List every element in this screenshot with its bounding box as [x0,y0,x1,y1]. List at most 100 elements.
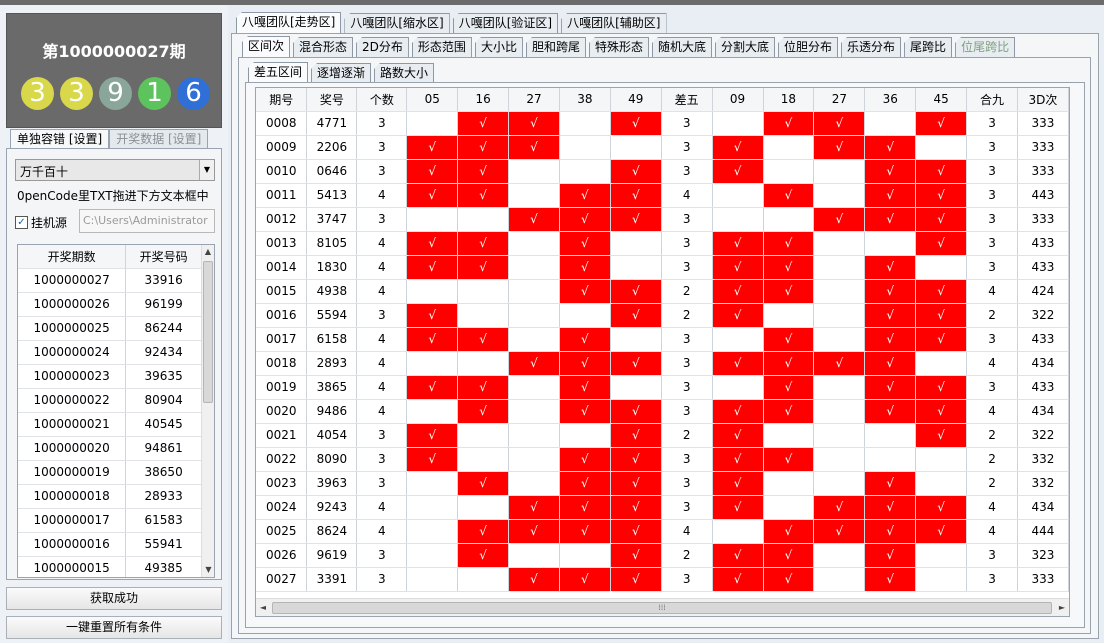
table-row[interactable]: 0021 4054 3 √ √ 2 √ √ 2 322 [256,423,1069,448]
empty-cell [406,111,459,136]
grid-column-header[interactable]: 差五 [661,88,713,112]
table-row[interactable]: 0011 5413 4 √ √ √ √ 4 √ √ √ 3 443 [256,183,1069,208]
scroll-up-icon[interactable]: ▲ [202,245,214,259]
grid-column-header[interactable]: 27 [508,88,560,112]
list-item[interactable]: 1000000021 40545 [18,412,202,437]
cell-sum-nine: 4 [966,495,1018,520]
tab-route-size[interactable]: 路数大小 [374,63,435,83]
hit-mark: √ [610,399,662,424]
tab-analysis-4[interactable]: 大小比 [474,37,523,57]
table-row[interactable]: 0023 3963 3 √ √ √ 3 √ √ 2 332 [256,471,1069,496]
cell-diff-five: 4 [661,519,713,544]
list-item[interactable]: 1000000023 39635 [18,364,202,389]
tab-analysis-7[interactable]: 随机大底 [651,37,712,57]
grid-column-header[interactable]: 09 [712,88,764,112]
tab-draw-data[interactable]: 开奖数据 [设置] [109,129,209,149]
list-item[interactable]: 1000000017 61583 [18,508,202,533]
list-scrollbar[interactable]: ▲ ▼ [201,245,214,577]
tab-assist-area[interactable]: 八嘎团队[辅助区] [561,13,667,33]
table-row[interactable]: 0016 5594 3 √ √ 2 √ √ √ 2 322 [256,303,1069,328]
tab-analysis-9[interactable]: 位胆分布 [778,37,839,57]
list-item[interactable]: 1000000015 49385 [18,556,202,577]
scroll-down-icon[interactable]: ▼ [202,563,214,577]
cell-issue: 0023 [256,471,308,496]
cell-count: 4 [356,375,408,400]
draw-balls: 33916 [21,77,210,110]
fetch-status-button[interactable]: 获取成功 [6,587,222,610]
source-path-field[interactable]: C:\Users\Administrator [79,209,215,233]
hang-source-checkbox[interactable]: ✓ [15,215,28,229]
list-item[interactable]: 1000000026 96199 [18,292,202,317]
tab-diff-five-range[interactable]: 差五区间 [248,62,309,83]
scroll-left-icon[interactable]: ◄ [256,599,270,616]
grid-column-header[interactable]: 27 [813,88,866,112]
table-row[interactable]: 0018 2893 4 √ √ √ 3 √ √ √ √ 4 434 [256,351,1069,376]
grid-hscrollbar[interactable]: ◄ ⁞⁞⁞ ► [256,598,1069,616]
grid-column-header[interactable]: 个数 [356,88,408,112]
tab-analysis-3[interactable]: 形态范围 [411,37,472,57]
tab-analysis-2[interactable]: 2D分布 [356,37,409,57]
tab-analysis-12[interactable]: 位尾跨比 [955,37,1016,57]
column-header-period[interactable]: 开奖期数 [18,245,127,269]
grid-column-header[interactable]: 36 [864,88,917,112]
drop-hint: 0penCode里TXT拖进下方文本框中 [17,189,209,203]
table-row[interactable]: 0020 9486 4 √ √ √ 3 √ √ √ √ 4 434 [256,399,1069,424]
table-row[interactable]: 0012 3747 3 √ √ √ 3 √ √ √ 3 333 [256,207,1069,232]
position-select[interactable]: 万千百十 ▼ [15,159,215,181]
list-item[interactable]: 1000000025 86244 [18,316,202,341]
tab-shrink-area[interactable]: 八嘎团队[缩水区] [344,13,450,33]
list-item[interactable]: 1000000020 94861 [18,436,202,461]
hscroll-thumb[interactable]: ⁞⁞⁞ [272,602,1052,614]
table-row[interactable]: 0009 2206 3 √ √ √ 3 √ √ √ 3 333 [256,135,1069,160]
table-row[interactable]: 0027 3391 3 √ √ √ 3 √ √ √ 3 333 [256,567,1069,592]
grid-column-header[interactable]: 45 [915,88,968,112]
list-item[interactable]: 1000000022 80904 [18,388,202,413]
table-row[interactable]: 0025 8624 4 √ √ √ √ 4 √ √ √ √ 4 444 [256,519,1069,544]
list-item[interactable]: 1000000019 38650 [18,460,202,485]
tab-analysis-6[interactable]: 特殊形态 [588,37,649,57]
grid-column-header[interactable]: 16 [457,88,510,112]
list-item[interactable]: 1000000018 28933 [18,484,202,509]
grid-column-header[interactable]: 18 [763,88,815,112]
grid-column-header[interactable]: 3D次 [1017,88,1069,112]
tab-analysis-5[interactable]: 胆和跨尾 [525,37,586,57]
grid-column-header[interactable]: 期号 [256,88,308,112]
table-row[interactable]: 0008 4771 3 √ √ √ 3 √ √ √ 3 333 [256,111,1069,136]
table-row[interactable]: 0024 9243 4 √ √ √ 3 √ √ √ √ 4 434 [256,495,1069,520]
column-header-number[interactable]: 开奖号码 [125,245,202,269]
tab-analysis-8[interactable]: 分割大底 [715,37,776,57]
list-item[interactable]: 1000000024 92434 [18,340,202,365]
tab-step-increase[interactable]: 逐增逐渐 [311,63,372,83]
scroll-thumb[interactable] [203,261,213,403]
list-item[interactable]: 1000000027 33916 [18,268,202,293]
grid-column-header[interactable]: 合九 [966,88,1018,112]
grid-column-header[interactable]: 38 [559,88,611,112]
table-row[interactable]: 0017 6158 4 √ √ √ 3 √ √ √ 3 433 [256,327,1069,352]
grid-column-header[interactable]: 奖号 [306,88,358,112]
tab-single-tolerance[interactable]: 单独容错 [设置] [10,129,110,149]
table-row[interactable]: 0015 4938 4 √ √ 2 √ √ √ √ 4 424 [256,279,1069,304]
reset-all-button[interactable]: 一键重置所有条件 [6,616,222,639]
hit-mark: √ [763,399,815,424]
grid-column-header[interactable]: 05 [406,88,459,112]
tab-analysis-0[interactable]: 区间次 [242,36,291,57]
table-row[interactable]: 0013 8105 4 √ √ √ 3 √ √ √ 3 433 [256,231,1069,256]
cell-diff-five: 3 [661,135,713,160]
tab-analysis-11[interactable]: 尾跨比 [904,37,953,57]
tab-verify-area[interactable]: 八嘎团队[验证区] [452,13,559,33]
scroll-right-icon[interactable]: ► [1055,599,1069,616]
tab-analysis-1[interactable]: 混合形态 [293,37,354,57]
empty-cell [406,279,459,304]
tab-trend-area[interactable]: 八嘎团队[走势区] [236,12,342,33]
tab-analysis-10[interactable]: 乐透分布 [841,37,902,57]
table-row[interactable]: 0010 0646 3 √ √ √ 3 √ √ √ 3 333 [256,159,1069,184]
table-row[interactable]: 0019 3865 4 √ √ √ 3 √ √ √ 3 433 [256,375,1069,400]
table-row[interactable]: 0022 8090 3 √ √ √ 3 √ √ 2 332 [256,447,1069,472]
table-row[interactable]: 0026 9619 3 √ √ 2 √ √ √ 3 323 [256,543,1069,568]
list-item[interactable]: 1000000016 55941 [18,532,202,557]
grid-column-header[interactable]: 49 [610,88,662,112]
table-row[interactable]: 0014 1830 4 √ √ √ 3 √ √ √ 3 433 [256,255,1069,280]
hit-mark: √ [712,351,764,376]
chevron-down-icon[interactable]: ▼ [199,160,214,180]
cell-3d: 333 [1017,111,1069,136]
